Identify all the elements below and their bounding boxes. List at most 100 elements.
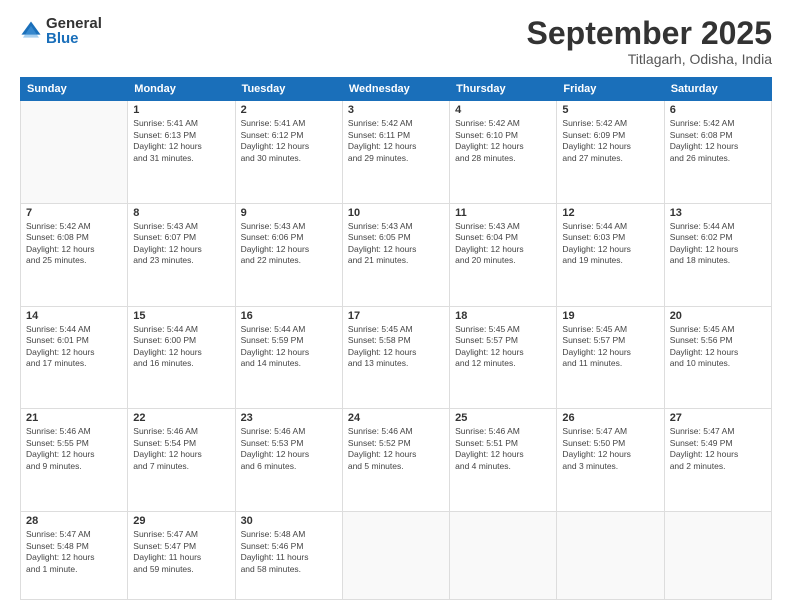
table-row [557,512,664,600]
table-row: 20 Sunrise: 5:45 AM Sunset: 5:56 PM Dayli… [664,306,771,409]
day-number: 2 [241,104,337,116]
calendar-header-row: Sunday Monday Tuesday Wednesday Thursday… [21,78,772,101]
day-number: 13 [670,207,766,219]
day-number: 22 [133,412,229,424]
day-number: 12 [562,207,658,219]
logo-blue-text: Blue [46,31,102,46]
table-row: 30 Sunrise: 5:48 AM Sunset: 5:46 PM Dayli… [235,512,342,600]
table-row: 27 Sunrise: 5:47 AM Sunset: 5:49 PM Dayli… [664,409,771,512]
day-number: 20 [670,310,766,322]
cell-daylight-info: Sunrise: 5:43 AM Sunset: 6:05 PM Dayligh… [348,221,444,267]
location-subtitle: Titlagarh, Odisha, India [527,51,772,67]
day-number: 26 [562,412,658,424]
col-friday: Friday [557,78,664,101]
table-row: 16Sunrise: 5:44 AM Sunset: 5:59 PM Dayli… [235,306,342,409]
table-row: 3Sunrise: 5:42 AM Sunset: 6:11 PM Daylig… [342,101,449,204]
table-row: 28 Sunrise: 5:47 AM Sunset: 5:48 PM Dayli… [21,512,128,600]
day-number: 25 [455,412,551,424]
col-saturday: Saturday [664,78,771,101]
table-row [342,512,449,600]
cell-daylight-info: Sunrise: 5:47 AM Sunset: 5:50 PM Dayligh… [562,426,658,472]
cell-daylight-info: Sunrise: 5:46 AM Sunset: 5:55 PM Dayligh… [26,426,122,472]
cell-daylight-info: Sunrise: 5:43 AM Sunset: 6:06 PM Dayligh… [241,221,337,267]
day-number: 11 [455,207,551,219]
cell-daylight-info: Sunrise: 5:45 AM Sunset: 5:57 PM Dayligh… [455,324,551,370]
cell-daylight-info: Sunrise: 5:46 AM Sunset: 5:53 PM Dayligh… [241,426,337,472]
cell-daylight-info: Sunrise: 5:41 AM Sunset: 6:13 PM Dayligh… [133,118,229,164]
col-monday: Monday [128,78,235,101]
day-number: 6 [670,104,766,116]
day-number: 5 [562,104,658,116]
table-row: 19 Sunrise: 5:45 AM Sunset: 5:57 PM Dayli… [557,306,664,409]
day-number: 23 [241,412,337,424]
table-row: 23 Sunrise: 5:46 AM Sunset: 5:53 PM Dayli… [235,409,342,512]
table-row: 12 Sunrise: 5:44 AM Sunset: 6:03 PM Dayli… [557,203,664,306]
table-row: 13 Sunrise: 5:44 AM Sunset: 6:02 PM Dayli… [664,203,771,306]
cell-daylight-info: Sunrise: 5:44 AM Sunset: 6:03 PM Dayligh… [562,221,658,267]
cell-daylight-info: Sunrise: 5:42 AM Sunset: 6:10 PM Dayligh… [455,118,551,164]
table-row: 10 Sunrise: 5:43 AM Sunset: 6:05 PM Dayli… [342,203,449,306]
page: General Blue September 2025 Titlagarh, O… [0,0,792,612]
cell-daylight-info: Sunrise: 5:45 AM Sunset: 5:56 PM Dayligh… [670,324,766,370]
table-row: 6 Sunrise: 5:42 AM Sunset: 6:08 PM Daylig… [664,101,771,204]
day-number: 4 [455,104,551,116]
table-row: 2 Sunrise: 5:41 AM Sunset: 6:12 PM Daylig… [235,101,342,204]
cell-daylight-info: Sunrise: 5:46 AM Sunset: 5:51 PM Dayligh… [455,426,551,472]
day-number: 14 [26,310,122,322]
table-row: 8 Sunrise: 5:43 AM Sunset: 6:07 PM Daylig… [128,203,235,306]
header: General Blue September 2025 Titlagarh, O… [20,16,772,67]
cell-daylight-info: Sunrise: 5:47 AM Sunset: 5:48 PM Dayligh… [26,529,122,575]
table-row: 7Sunrise: 5:42 AM Sunset: 6:08 PM Daylig… [21,203,128,306]
cell-daylight-info: Sunrise: 5:44 AM Sunset: 6:00 PM Dayligh… [133,324,229,370]
cell-daylight-info: Sunrise: 5:47 AM Sunset: 5:47 PM Dayligh… [133,529,229,575]
cell-daylight-info: Sunrise: 5:44 AM Sunset: 6:02 PM Dayligh… [670,221,766,267]
cell-daylight-info: Sunrise: 5:41 AM Sunset: 6:12 PM Dayligh… [241,118,337,164]
table-row: 14Sunrise: 5:44 AM Sunset: 6:01 PM Dayli… [21,306,128,409]
table-row: 22 Sunrise: 5:46 AM Sunset: 5:54 PM Dayli… [128,409,235,512]
day-number: 29 [133,515,229,527]
table-row: 26 Sunrise: 5:47 AM Sunset: 5:50 PM Dayli… [557,409,664,512]
col-wednesday: Wednesday [342,78,449,101]
table-row: 15Sunrise: 5:44 AM Sunset: 6:00 PM Dayli… [128,306,235,409]
table-row: 11Sunrise: 5:43 AM Sunset: 6:04 PM Dayli… [450,203,557,306]
table-row: 9 Sunrise: 5:43 AM Sunset: 6:06 PM Daylig… [235,203,342,306]
cell-daylight-info: Sunrise: 5:45 AM Sunset: 5:57 PM Dayligh… [562,324,658,370]
day-number: 27 [670,412,766,424]
day-number: 10 [348,207,444,219]
table-row: 17Sunrise: 5:45 AM Sunset: 5:58 PM Dayli… [342,306,449,409]
cell-daylight-info: Sunrise: 5:47 AM Sunset: 5:49 PM Dayligh… [670,426,766,472]
table-row: 5 Sunrise: 5:42 AM Sunset: 6:09 PM Daylig… [557,101,664,204]
calendar-week-row: 14Sunrise: 5:44 AM Sunset: 6:01 PM Dayli… [21,306,772,409]
table-row: 1Sunrise: 5:41 AM Sunset: 6:13 PM Daylig… [128,101,235,204]
col-thursday: Thursday [450,78,557,101]
cell-daylight-info: Sunrise: 5:46 AM Sunset: 5:52 PM Dayligh… [348,426,444,472]
logo-text: General Blue [46,16,102,46]
day-number: 30 [241,515,337,527]
day-number: 17 [348,310,444,322]
table-row [21,101,128,204]
day-number: 9 [241,207,337,219]
day-number: 3 [348,104,444,116]
col-tuesday: Tuesday [235,78,342,101]
title-block: September 2025 Titlagarh, Odisha, India [527,16,772,67]
day-number: 18 [455,310,551,322]
day-number: 28 [26,515,122,527]
cell-daylight-info: Sunrise: 5:42 AM Sunset: 6:08 PM Dayligh… [670,118,766,164]
table-row: 21Sunrise: 5:46 AM Sunset: 5:55 PM Dayli… [21,409,128,512]
calendar-table: Sunday Monday Tuesday Wednesday Thursday… [20,77,772,600]
cell-daylight-info: Sunrise: 5:42 AM Sunset: 6:09 PM Dayligh… [562,118,658,164]
table-row: 18 Sunrise: 5:45 AM Sunset: 5:57 PM Dayli… [450,306,557,409]
day-number: 7 [26,207,122,219]
cell-daylight-info: Sunrise: 5:48 AM Sunset: 5:46 PM Dayligh… [241,529,337,575]
table-row [450,512,557,600]
day-number: 8 [133,207,229,219]
col-sunday: Sunday [21,78,128,101]
calendar-week-row: 28 Sunrise: 5:47 AM Sunset: 5:48 PM Dayli… [21,512,772,600]
table-row [664,512,771,600]
day-number: 19 [562,310,658,322]
cell-daylight-info: Sunrise: 5:43 AM Sunset: 6:07 PM Dayligh… [133,221,229,267]
table-row: 24Sunrise: 5:46 AM Sunset: 5:52 PM Dayli… [342,409,449,512]
cell-daylight-info: Sunrise: 5:46 AM Sunset: 5:54 PM Dayligh… [133,426,229,472]
table-row: 29 Sunrise: 5:47 AM Sunset: 5:47 PM Dayli… [128,512,235,600]
calendar-week-row: 21Sunrise: 5:46 AM Sunset: 5:55 PM Dayli… [21,409,772,512]
